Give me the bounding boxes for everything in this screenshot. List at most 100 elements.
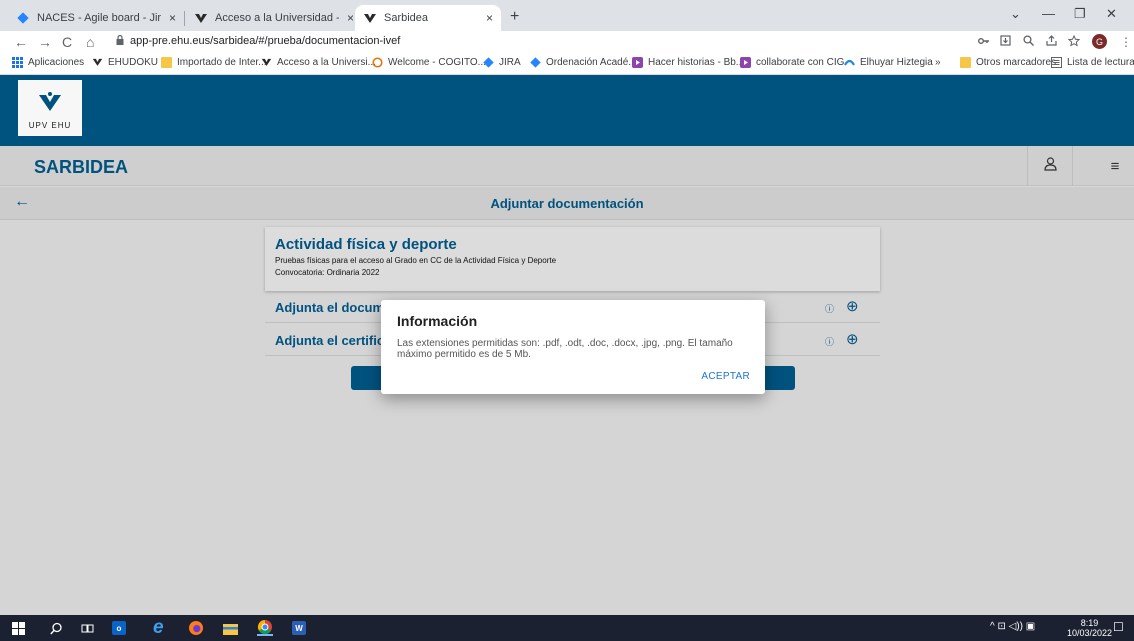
forward-button[interactable]: →: [38, 34, 52, 50]
tab-separator: [184, 11, 185, 26]
bookmark-cogito[interactable]: Welcome - COGITO...: [372, 57, 486, 68]
upv-ehu-icon: [261, 57, 272, 68]
new-tab-button[interactable]: +: [510, 8, 519, 26]
jira-icon: [16, 11, 30, 25]
share-icon[interactable]: [1046, 35, 1057, 49]
upv-ehu-icon: [363, 11, 377, 25]
chrome-app[interactable]: [257, 619, 273, 636]
outlook-icon: o: [112, 621, 126, 635]
accept-button[interactable]: ACEPTAR: [701, 371, 750, 382]
dialog-title: Información: [397, 313, 478, 329]
tab-search-icon[interactable]: ⌄: [1010, 6, 1021, 22]
dialog-message: Las extensiones permitidas son: .pdf, .o…: [397, 338, 733, 360]
bookmark-elhuyar[interactable]: Elhuyar Hiztegia: [844, 57, 933, 68]
bookmark-label: Ordenación Acadé...: [546, 57, 637, 68]
browser-tab-strip: NACES - Agile board - Jira × Acceso a la…: [0, 0, 1134, 31]
install-app-icon[interactable]: [1000, 35, 1011, 49]
restore-button[interactable]: ❐: [1074, 6, 1086, 22]
bookmark-label: Acceso a la Universi...: [277, 57, 376, 68]
bookmark-apps[interactable]: Aplicaciones: [12, 57, 84, 68]
tab-close-icon[interactable]: ×: [486, 11, 493, 25]
lock-icon: [116, 34, 124, 47]
bookmark-hacer-historias[interactable]: Hacer historias - Bb...: [632, 57, 744, 68]
tab-close-icon[interactable]: ×: [169, 11, 176, 25]
chrome-icon: [257, 619, 272, 635]
key-icon[interactable]: [978, 35, 990, 49]
bookmark-label: Aplicaciones: [28, 57, 85, 68]
clock-date: 10/03/2022: [1067, 628, 1113, 638]
folder-icon: [960, 57, 971, 68]
reload-button[interactable]: C: [62, 34, 72, 50]
apps-grid-icon: [12, 57, 23, 68]
bookmark-label: Elhuyar Hiztegia: [860, 57, 933, 68]
bookmark-reading-list[interactable]: Lista de lectura: [1051, 57, 1134, 68]
firefox-app[interactable]: [188, 620, 204, 636]
home-button[interactable]: ⌂: [86, 34, 94, 50]
bookmark-star-icon[interactable]: [1067, 34, 1081, 50]
tab-sarbidea[interactable]: Sarbidea ×: [355, 5, 501, 31]
back-button[interactable]: ←: [14, 34, 28, 50]
upv-ehu-icon: [194, 11, 208, 25]
elhuyar-icon: [844, 57, 855, 68]
tab-title: Sarbidea: [384, 12, 429, 24]
windows-icon: [12, 621, 25, 635]
upv-ehu-icon: [92, 57, 103, 68]
word-icon: W: [292, 621, 306, 635]
url-text: app-pre.ehu.eus/sarbidea/#/prueba/docume…: [130, 35, 401, 47]
bookmark-label: Hacer historias - Bb...: [648, 57, 745, 68]
tab-close-icon[interactable]: ×: [347, 11, 354, 25]
notifications-icon[interactable]: ☐: [1113, 620, 1124, 634]
search-button[interactable]: [50, 620, 63, 636]
browser-toolbar: ← → C ⌂ app-pre.ehu.eus/sarbidea/#/prueb…: [0, 31, 1134, 53]
cogito-icon: [372, 57, 383, 68]
bookmarks-bar: Aplicaciones EHUDOKU Importado de Inter.…: [0, 53, 1134, 75]
internet-explorer-icon: e: [153, 617, 164, 638]
start-button[interactable]: [12, 620, 25, 636]
outlook-app[interactable]: o: [112, 620, 126, 636]
bookmark-label: JIRA: [499, 57, 521, 68]
firefox-icon: [189, 621, 203, 635]
bookmark-label: Otros marcadores: [976, 57, 1057, 68]
zoom-icon[interactable]: [1023, 35, 1034, 49]
task-view-button[interactable]: [81, 620, 94, 636]
tab-jira[interactable]: NACES - Agile board - Jira ×: [8, 5, 184, 31]
tab-title: Acceso a la Universidad - UPV/EHU: [215, 12, 339, 24]
blackboard-icon: [740, 57, 751, 68]
bookmark-label: collaborate con CIG: [756, 57, 845, 68]
address-bar[interactable]: app-pre.ehu.eus/sarbidea/#/prueba/docume…: [116, 34, 401, 47]
tab-title: NACES - Agile board - Jira: [37, 12, 161, 24]
clock-time: 8:19: [1080, 618, 1099, 628]
bookmark-ordenacion[interactable]: Ordenación Acadé...: [530, 57, 637, 68]
bookmark-jira[interactable]: JIRA: [483, 57, 521, 68]
reading-list-icon: [1051, 57, 1062, 68]
bookmarks-more-button[interactable]: »: [935, 57, 941, 68]
word-app[interactable]: W: [292, 620, 306, 636]
bookmark-label: Welcome - COGITO...: [388, 57, 486, 68]
bookmark-collaborate[interactable]: collaborate con CIG: [740, 57, 844, 68]
bookmark-acceso[interactable]: Acceso a la Universi...: [261, 57, 376, 68]
minimize-button[interactable]: —: [1042, 6, 1055, 21]
bookmark-label: Lista de lectura: [1067, 57, 1134, 68]
close-window-button[interactable]: ✕: [1106, 6, 1117, 22]
bookmark-importado[interactable]: Importado de Inter...: [161, 57, 267, 68]
chevron-double-right-icon: »: [935, 57, 941, 68]
bookmark-ehudoku[interactable]: EHUDOKU: [92, 57, 158, 68]
file-explorer-app[interactable]: [223, 620, 238, 636]
search-icon: [50, 622, 62, 634]
windows-taskbar: o e W ^ ⊡ ◁)) ▣ 8:19 10/03/2022 ☐: [0, 615, 1134, 641]
jira-icon: [483, 57, 494, 68]
task-view-icon: [81, 624, 94, 632]
blackboard-icon: [632, 57, 643, 68]
jira-icon: [530, 57, 541, 68]
bookmark-label: EHUDOKU: [108, 57, 159, 68]
info-dialog: Información Las extensiones permitidas s…: [381, 300, 765, 394]
tab-acceso-universidad[interactable]: Acceso a la Universidad - UPV/EHU ×: [186, 5, 362, 31]
bookmark-label: Importado de Inter...: [177, 57, 267, 68]
folder-icon: [161, 57, 172, 68]
browser-menu-icon[interactable]: ⋮: [1120, 35, 1132, 49]
ie-app[interactable]: e: [153, 617, 164, 638]
bookmark-otros[interactable]: Otros marcadores: [960, 57, 1056, 68]
profile-avatar[interactable]: G: [1092, 34, 1107, 49]
taskbar-clock[interactable]: 8:19 10/03/2022: [1067, 618, 1112, 638]
system-tray-icons[interactable]: ^ ⊡ ◁)) ▣: [990, 621, 1035, 632]
